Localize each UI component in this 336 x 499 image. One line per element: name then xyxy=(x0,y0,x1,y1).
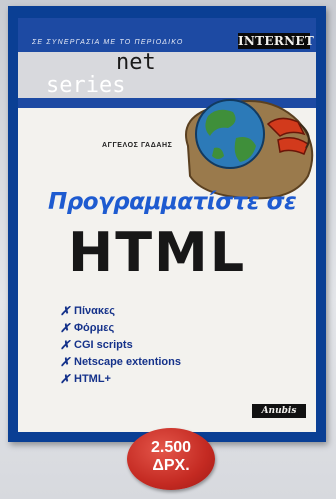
publisher-logo: Anubis xyxy=(252,404,306,418)
feature-list: ✗ Πίνακες ✗ Φόρμες ✗ CGI scripts ✗ Netscape … xyxy=(60,302,181,387)
x-mark-icon: ✗ xyxy=(60,371,71,386)
author-name: ΑΓΓΕΛΟΣ ΓΑΔΑΗΣ xyxy=(102,142,173,149)
series-series-label: series xyxy=(46,73,126,98)
title-html: HTML xyxy=(68,221,247,284)
feature-item: ✗ Πίνακες xyxy=(60,302,181,319)
feature-item: ✗ Φόρμες xyxy=(60,319,181,336)
internet-magazine-logo: INTERNET xyxy=(238,33,315,49)
feature-label: CGI scripts xyxy=(74,338,133,351)
feature-label: Netscape extentions xyxy=(74,355,181,368)
tagline: ΣΕ ΣΥΝΕΡΓΑΣΙΑ ΜΕ ΤΟ ΠΕΡΙΟΔΙΚΟ xyxy=(32,39,184,46)
price-badge: 2.500 ΔΡΧ. xyxy=(127,428,215,490)
feature-label: Πίνακες xyxy=(74,304,115,317)
title-line-1: Προγραμματίστε σε xyxy=(48,189,297,215)
x-mark-icon: ✗ xyxy=(60,354,71,369)
feature-item: ✗ Netscape extentions xyxy=(60,353,181,370)
x-mark-icon: ✗ xyxy=(60,320,71,335)
feature-label: HTML+ xyxy=(74,372,111,385)
book-cover: ΣΕ ΣΥΝΕΡΓΑΣΙΑ ΜΕ ΤΟ ΠΕΡΙΟΔΙΚΟ INTERNET n… xyxy=(8,6,326,442)
feature-item: ✗ CGI scripts xyxy=(60,336,181,353)
price-currency: ΔΡΧ. xyxy=(152,457,190,474)
x-mark-icon: ✗ xyxy=(60,337,71,352)
series-net-label: net xyxy=(116,50,156,75)
globe-icon xyxy=(195,99,265,169)
globe-phone-illustration xyxy=(185,99,314,200)
price-amount: 2.500 xyxy=(150,439,192,456)
feature-label: Φόρμες xyxy=(74,321,115,334)
x-mark-icon: ✗ xyxy=(60,303,71,318)
feature-item: ✗ HTML+ xyxy=(60,370,181,387)
